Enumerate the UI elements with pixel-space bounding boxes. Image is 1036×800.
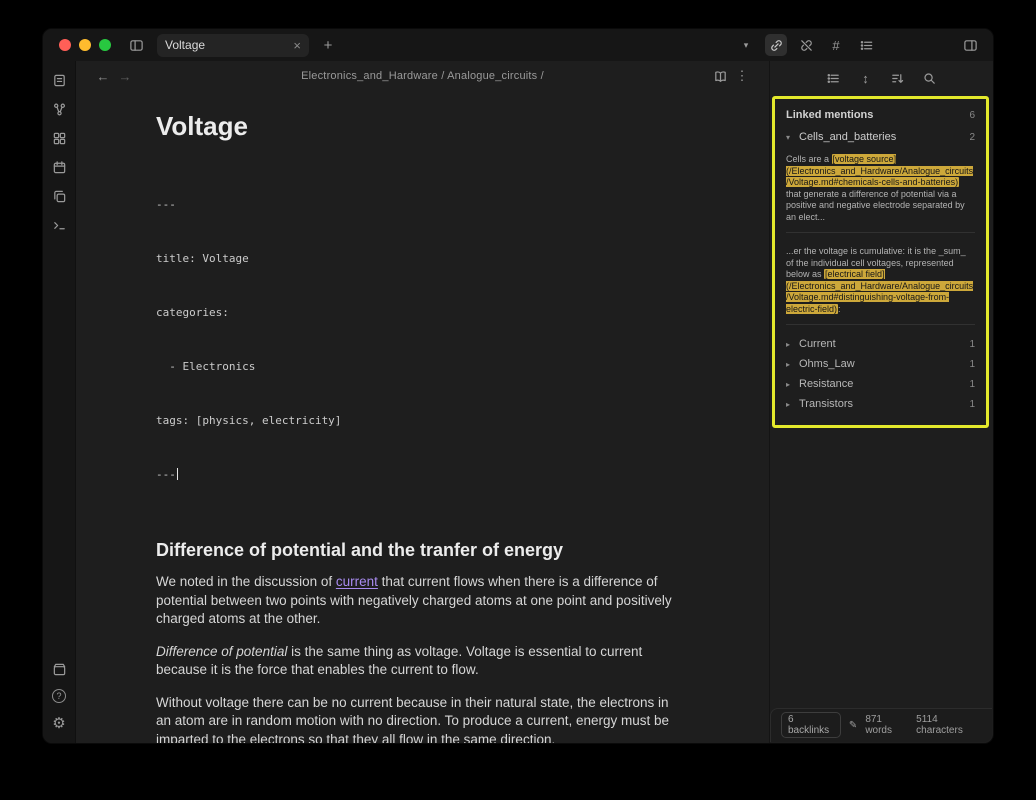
graph-view-icon[interactable] bbox=[49, 99, 69, 119]
section-heading: Difference of potential and the tranfer … bbox=[156, 540, 685, 561]
search-icon[interactable] bbox=[919, 67, 941, 89]
pencil-icon: ✎ bbox=[849, 720, 857, 731]
titlebar: Voltage × + ▾ # bbox=[43, 29, 993, 61]
copy-templates-icon[interactable] bbox=[49, 186, 69, 206]
settings-gear-icon[interactable]: ⚙ bbox=[49, 713, 69, 733]
tab-title: Voltage bbox=[165, 38, 293, 52]
text-segment: Cells are a bbox=[786, 154, 832, 164]
more-options-icon[interactable]: ⋮ bbox=[731, 65, 753, 87]
backlink-group-label: Transistors bbox=[799, 398, 853, 410]
minimize-window-button[interactable] bbox=[79, 39, 91, 51]
window-body: ? ⚙ ← → Electronics_and_Hardware / Analo… bbox=[43, 61, 993, 743]
help-glyph: ? bbox=[52, 689, 66, 703]
left-sidebar-toggle-icon[interactable] bbox=[125, 34, 147, 56]
backlinks-toolbar: ↕ bbox=[770, 61, 993, 95]
traffic-lights bbox=[59, 39, 111, 51]
backlink-group-count: 1 bbox=[969, 359, 975, 370]
calendar-icon[interactable] bbox=[49, 157, 69, 177]
ribbon-bottom: ? ⚙ bbox=[49, 659, 69, 733]
backlink-group-label: Resistance bbox=[799, 378, 853, 390]
frontmatter-line: categories: bbox=[156, 304, 685, 322]
editor-pane: ← → Electronics_and_Hardware / Analogue_… bbox=[76, 61, 769, 743]
chevron-right-icon: ▸ bbox=[786, 380, 794, 389]
text-cursor bbox=[177, 468, 178, 480]
word-count: 871 words bbox=[865, 714, 908, 736]
chevron-right-icon: ▸ bbox=[786, 360, 794, 369]
list-view-icon[interactable] bbox=[823, 67, 845, 89]
paragraph[interactable]: We noted in the discussion of current th… bbox=[156, 573, 685, 629]
frontmatter-line: tags: [physics, electricity] bbox=[156, 412, 685, 430]
tab-voltage[interactable]: Voltage × bbox=[157, 34, 309, 57]
backlink-group-resistance[interactable]: ▸ Resistance 1 bbox=[786, 374, 975, 394]
terminal-icon[interactable] bbox=[49, 215, 69, 235]
new-tab-button[interactable]: + bbox=[317, 34, 339, 56]
tab-list-chevron-icon[interactable]: ▾ bbox=[735, 34, 757, 56]
frontmatter-line: --- bbox=[156, 196, 685, 214]
backlink-group-count: 1 bbox=[969, 379, 975, 390]
emphasized-text: Difference of potential bbox=[156, 644, 287, 659]
close-window-button[interactable] bbox=[59, 39, 71, 51]
canvas-grid-icon[interactable] bbox=[49, 128, 69, 148]
titlebar-right-controls: ▾ # bbox=[735, 34, 981, 56]
text-segment: that generate a difference of potential … bbox=[786, 189, 965, 222]
obsidian-window: Voltage × + ▾ # bbox=[42, 28, 994, 744]
tab-close-icon[interactable]: × bbox=[293, 38, 301, 53]
frontmatter-block[interactable]: --- title: Voltage categories: - Electro… bbox=[156, 160, 685, 520]
chevron-down-icon: ▾ bbox=[786, 133, 794, 142]
unlink-icon[interactable] bbox=[795, 34, 817, 56]
reading-view-icon[interactable] bbox=[709, 65, 731, 87]
frontmatter-line: - Electronics bbox=[156, 358, 685, 376]
zoom-window-button[interactable] bbox=[99, 39, 111, 51]
backlink-excerpt[interactable]: Cells are a [voltage source](/Electronic… bbox=[786, 150, 975, 233]
paragraph[interactable]: Difference of potential is the same thin… bbox=[156, 643, 685, 680]
linked-mentions-label: Linked mentions bbox=[786, 109, 873, 121]
backlink-excerpt[interactable]: ...er the voltage is cumulative: it is t… bbox=[786, 242, 975, 325]
backlink-group-ohms-law[interactable]: ▸ Ohms_Law 1 bbox=[786, 354, 975, 374]
text-segment: Without voltage there can be no current … bbox=[156, 695, 669, 744]
internal-link[interactable]: current bbox=[336, 574, 378, 589]
hash-icon[interactable]: # bbox=[825, 34, 847, 56]
character-count: 5114 characters bbox=[916, 714, 982, 736]
backlink-group-cells-and-batteries[interactable]: ▾ Cells_and_batteries 2 bbox=[786, 131, 975, 143]
text-segment: : bbox=[838, 304, 841, 314]
backlink-group-label: Current bbox=[799, 338, 836, 350]
bullet-list-icon[interactable] bbox=[855, 34, 877, 56]
right-sidebar: ↕ Linked mentions 6 ▾ Cells_and_batterie… bbox=[769, 61, 993, 743]
expand-collapse-icon[interactable]: ↕ bbox=[855, 67, 877, 89]
forward-icon[interactable]: → bbox=[114, 69, 136, 84]
frontmatter-line: --- bbox=[156, 466, 685, 484]
linked-mentions-count: 6 bbox=[969, 110, 975, 121]
backlink-group-label: Cells_and_batteries bbox=[799, 131, 896, 143]
chevron-right-icon: ▸ bbox=[786, 400, 794, 409]
text-segment: We noted in the discussion of bbox=[156, 574, 336, 589]
backlink-group-current[interactable]: ▸ Current 1 bbox=[786, 334, 975, 354]
paragraph[interactable]: Without voltage there can be no current … bbox=[156, 694, 685, 744]
document-icon[interactable] bbox=[49, 70, 69, 90]
frontmatter-line: title: Voltage bbox=[156, 250, 685, 268]
backlink-group-count: 1 bbox=[969, 399, 975, 410]
backlink-group-count: 1 bbox=[969, 339, 975, 350]
chevron-right-icon: ▸ bbox=[786, 340, 794, 349]
left-ribbon: ? ⚙ bbox=[43, 61, 76, 743]
backlink-group-transistors[interactable]: ▸ Transistors 1 bbox=[786, 394, 975, 414]
vault-switcher-icon[interactable] bbox=[49, 659, 69, 679]
back-icon[interactable]: ← bbox=[92, 69, 114, 84]
note-editor[interactable]: Voltage --- title: Voltage categories: -… bbox=[76, 91, 769, 743]
editor-header: ← → Electronics_and_Hardware / Analogue_… bbox=[76, 61, 769, 91]
backlink-group-label: Ohms_Law bbox=[799, 358, 855, 370]
note-title: Voltage bbox=[156, 111, 685, 142]
backlinks-panel: Linked mentions 6 ▾ Cells_and_batteries … bbox=[772, 96, 989, 428]
right-sidebar-toggle-icon[interactable] bbox=[959, 34, 981, 56]
help-icon[interactable]: ? bbox=[49, 686, 69, 706]
backlink-group-count: 2 bbox=[969, 132, 975, 143]
linked-mentions-header[interactable]: Linked mentions 6 bbox=[786, 109, 975, 121]
unlinked-mentions-header[interactable]: Unlinked mentions bbox=[786, 427, 975, 428]
backlinks-count-chip[interactable]: 6 backlinks bbox=[781, 712, 841, 738]
status-bar: 6 backlinks ✎ 871 words 5114 characters bbox=[770, 708, 992, 742]
link-icon[interactable] bbox=[765, 34, 787, 56]
sort-order-icon[interactable] bbox=[887, 67, 909, 89]
breadcrumb[interactable]: Electronics_and_Hardware / Analogue_circ… bbox=[136, 70, 709, 82]
